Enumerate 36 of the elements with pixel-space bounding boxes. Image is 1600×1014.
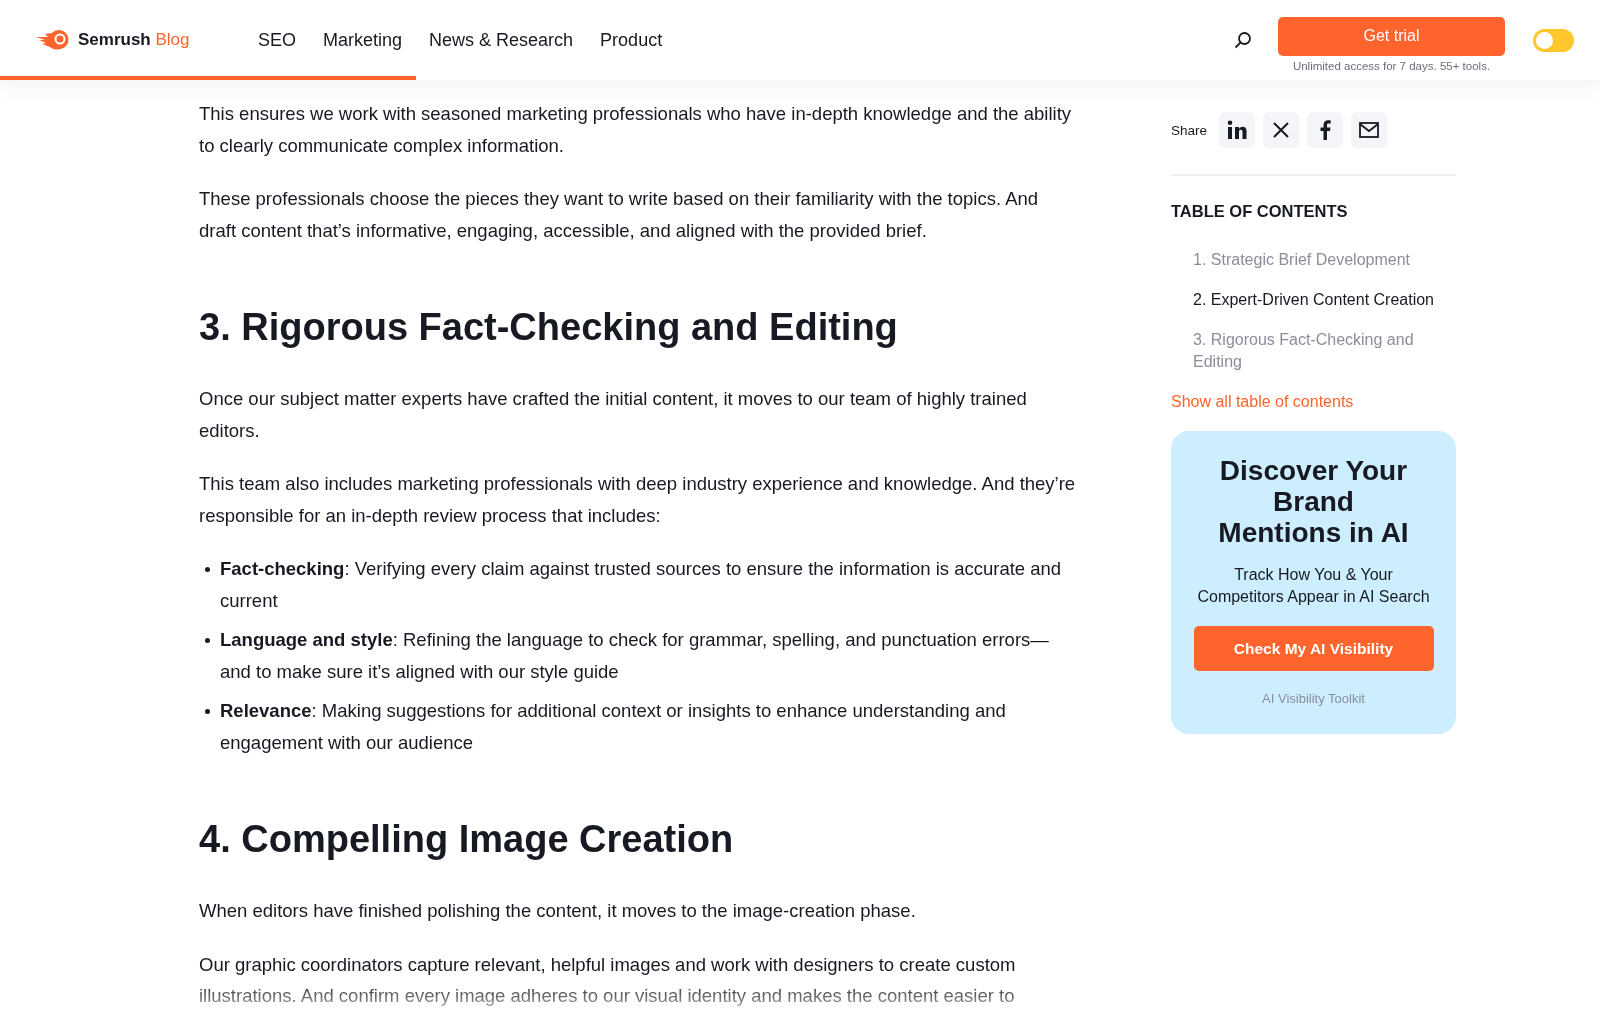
paragraph: When editors have finished polishing the content, it moves to the image-creation phase. <box>199 899 917 923</box>
list-item-text: Fact-checking: Verifying every claim against trusted sources to ensure the information is accurate and current <box>220 557 1063 613</box>
promo-subtitle: Track How You & Your Competitors Appear in AI Search <box>1196 565 1431 607</box>
linkedin-share-button[interactable] <box>1219 112 1256 148</box>
toc-title: TABLE OF CONTENTS <box>1171 202 1349 221</box>
nav-link[interactable]: SEO <box>258 29 296 51</box>
linkedin-icon <box>1227 120 1248 140</box>
list-item-text: Relevance: Making suggestions for additional context or insights to enhance understanding and engagement with our audience <box>220 699 1007 755</box>
paragraph: Our graphic coordinators capture relevant, helpful images and work with designers to create custom illustrations. And confirm every image adheres to our visual identity and makes the content easier to <box>199 952 1017 1008</box>
facebook-icon <box>1319 120 1332 140</box>
promo-footnote: AI Visibility Toolkit <box>1262 691 1365 706</box>
nav-link[interactable]: Marketing <box>323 29 403 51</box>
x-share-button[interactable] <box>1263 112 1300 148</box>
nav-link[interactable]: Product <box>600 29 663 51</box>
paragraph: Once our subject matter experts have crafted the initial content, it moves to our team of highly trained editors. <box>199 387 1028 443</box>
paragraph: This ensures we work with seasoned marketing professionals who have in-depth knowledge and the ability to clearly communicate complex information. <box>199 102 1073 158</box>
bullet-dot <box>205 638 210 643</box>
paragraph: This team also includes marketing professionals with deep industry experience and knowledge. And they’re responsible for an in-depth review process that includes: <box>199 472 1077 528</box>
trial-note: Unlimited access for 7 days. 55+ tools. <box>1292 59 1491 72</box>
email-share-button[interactable] <box>1351 112 1388 148</box>
facebook-share-button[interactable] <box>1307 112 1344 148</box>
share-label: Share <box>1171 122 1208 138</box>
section-heading: 4. Compelling Image Creation <box>199 818 735 861</box>
bullet-dot <box>205 709 210 714</box>
paragraph: These professionals choose the pieces they want to write based on their familiarity with the topics. And draft content that’s informative, engaging, accessible, and aligned with the provided brief. <box>199 187 1040 243</box>
logo-icon[interactable] <box>36 29 70 51</box>
section-heading: 3. Rigorous Fact-Checking and Editing <box>199 306 899 349</box>
toc-item[interactable]: 2. Expert-Driven Content Creation <box>1171 289 1456 311</box>
list-item-text: Language and style: Refining the language to check for grammar, spelling, and punctuation errors—and to make sure it’s aligned with our style guide <box>220 628 1050 684</box>
logo-text: Semrush Blog <box>78 30 190 50</box>
nav-link[interactable]: News & Research <box>429 29 574 51</box>
bullet-dot <box>205 567 210 572</box>
x-icon <box>1272 121 1291 139</box>
promo-title: Discover Your Brand Mentions in AI <box>1217 455 1410 548</box>
theme-toggle[interactable] <box>1533 28 1574 52</box>
envelope-icon <box>1359 122 1380 138</box>
